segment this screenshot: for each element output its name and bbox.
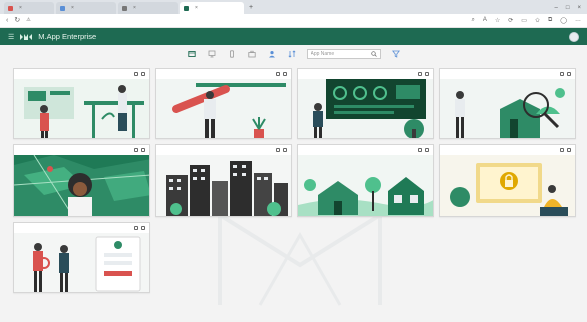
- tablet-icon: [418, 148, 422, 152]
- dashboard-illustration: [298, 79, 433, 138]
- new-tab-button[interactable]: +: [246, 2, 256, 14]
- app-grid: [13, 68, 577, 293]
- zoom-icon[interactable]: ⌕: [471, 17, 474, 24]
- login-illustration: [14, 233, 149, 292]
- user-icon: [141, 72, 145, 76]
- close-window-icon[interactable]: ×: [577, 2, 581, 14]
- administration-illustration: [14, 79, 149, 138]
- app-search-box: [306, 48, 381, 59]
- app-card[interactable]: [13, 222, 150, 293]
- tablet-icon: [276, 148, 280, 152]
- requests-illustration: [156, 79, 291, 138]
- favorites-bar-icon[interactable]: ✩: [535, 17, 540, 24]
- user-icon: [283, 72, 287, 76]
- tab-close-icon[interactable]: ×: [133, 5, 136, 11]
- phone-icon[interactable]: [227, 49, 237, 59]
- browser-tab-active[interactable]: ×: [180, 2, 244, 14]
- maximize-icon[interactable]: □: [566, 2, 570, 14]
- sort-icon[interactable]: [287, 49, 297, 59]
- app-card[interactable]: [439, 68, 576, 139]
- tab-favicon-icon: [184, 5, 189, 11]
- minimize-icon[interactable]: –: [555, 2, 558, 14]
- houses-register-illustration: [298, 155, 433, 216]
- monitor-icon[interactable]: [207, 49, 217, 59]
- tablet-icon: [418, 72, 422, 76]
- tab-favicon-icon: [60, 5, 65, 11]
- mapp-logo-icon: [20, 33, 33, 40]
- tablet-icon: [560, 72, 564, 76]
- tab-close-icon[interactable]: ×: [19, 5, 22, 11]
- app-card[interactable]: [439, 144, 576, 217]
- user-avatar[interactable]: [569, 31, 579, 42]
- profile-icon[interactable]: ◯: [560, 17, 567, 24]
- card-header: [156, 145, 291, 155]
- window-controls: – □ ×: [555, 2, 587, 14]
- refresh-icon[interactable]: ↻: [14, 17, 20, 24]
- browser-tab[interactable]: ×: [4, 2, 54, 14]
- split-screen-icon[interactable]: ▭: [521, 17, 527, 24]
- card-header: [440, 69, 575, 79]
- user-icon: [425, 72, 429, 76]
- browser-tab[interactable]: ×: [118, 2, 178, 14]
- filter-toolbar: [0, 45, 587, 62]
- card-header: [440, 145, 575, 155]
- read-aloud-icon[interactable]: A: [483, 17, 487, 24]
- collections-icon[interactable]: ⧉: [548, 17, 552, 24]
- tab-close-icon[interactable]: ×: [195, 5, 198, 11]
- more-icon[interactable]: …: [575, 17, 581, 24]
- card-header: [298, 69, 433, 79]
- app-card[interactable]: [155, 68, 292, 139]
- app-title: M.App Enterprise: [38, 32, 97, 41]
- briefcase-icon[interactable]: [247, 49, 257, 59]
- browser-tab-strip: × × × × + – □ ×: [0, 0, 587, 14]
- back-icon[interactable]: ‹: [6, 17, 8, 24]
- user-icon: [283, 148, 287, 152]
- favorite-icon[interactable]: ☆: [495, 17, 500, 24]
- filter-icon[interactable]: [391, 49, 401, 59]
- hamburger-icon[interactable]: ☰: [8, 33, 14, 41]
- card-header: [156, 69, 291, 79]
- browser-tab[interactable]: ×: [56, 2, 116, 14]
- land-register-illustration: [14, 155, 149, 216]
- card-header: [14, 145, 149, 155]
- app-card[interactable]: [13, 68, 150, 139]
- user-icon: [141, 148, 145, 152]
- tablet-icon: [276, 72, 280, 76]
- user-icon: [567, 72, 571, 76]
- app-card[interactable]: [155, 144, 292, 217]
- tab-favicon-icon: [122, 5, 127, 11]
- tab-close-icon[interactable]: ×: [71, 5, 74, 11]
- tablet-icon[interactable]: [187, 49, 197, 59]
- tablet-icon: [134, 72, 138, 76]
- address-bar: ‹ ↻ ⚠ ⌕ A ☆ ⟳ ▭ ✩ ⧉ ◯ …: [0, 14, 587, 28]
- inspection-illustration: [440, 79, 575, 138]
- app-header: ☰ M.App Enterprise: [0, 28, 587, 45]
- secure-data-illustration: [440, 155, 575, 216]
- card-header: [298, 145, 433, 155]
- tablet-icon: [560, 148, 564, 152]
- tab-favicon-icon: [8, 5, 13, 11]
- tablet-icon: [134, 226, 138, 230]
- person-icon[interactable]: [267, 49, 277, 59]
- app-card[interactable]: [297, 144, 434, 217]
- search-icon[interactable]: [370, 50, 377, 57]
- tablet-icon: [134, 148, 138, 152]
- user-icon: [567, 148, 571, 152]
- card-header: [14, 69, 149, 79]
- app-card[interactable]: [297, 68, 434, 139]
- user-icon: [425, 148, 429, 152]
- user-icon: [141, 226, 145, 230]
- refresh-page-icon[interactable]: ⟳: [508, 17, 513, 24]
- app-card[interactable]: [13, 144, 150, 217]
- card-header: [14, 223, 149, 233]
- buildings-register-illustration: [156, 155, 291, 216]
- lock-icon: ⚠: [26, 17, 31, 23]
- app-search-input[interactable]: [310, 50, 371, 57]
- browser-actions: ⌕ A ☆ ⟳ ▭ ✩ ⧉ ◯ …: [471, 17, 581, 24]
